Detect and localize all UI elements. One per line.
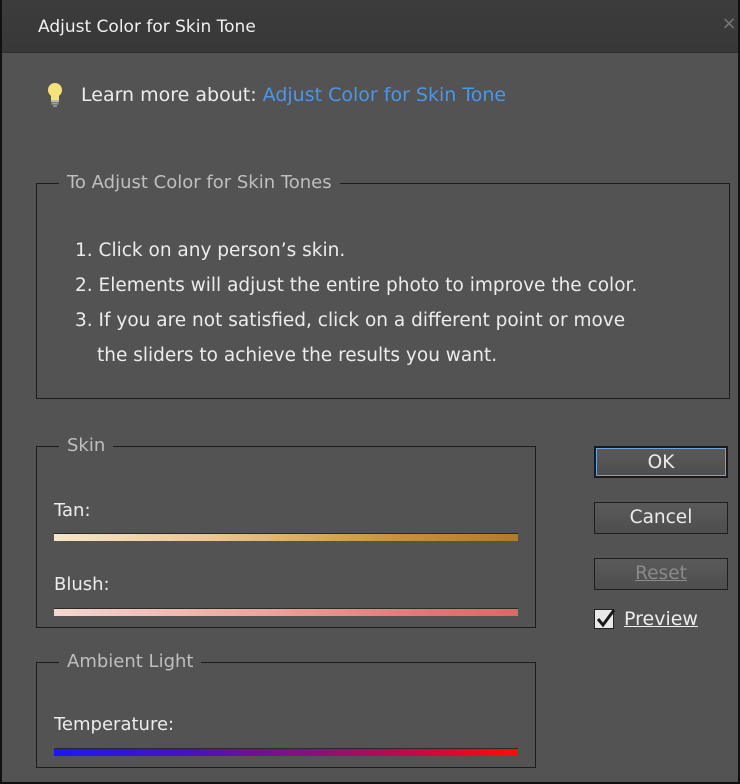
blush-label: Blush: [54, 574, 110, 595]
preview-checkbox[interactable] [594, 609, 616, 629]
learn-more-prefix: Learn more about: [81, 84, 263, 106]
temperature-slider-track [54, 748, 518, 756]
lightbulb-icon [46, 82, 64, 108]
ambient-light-group: Ambient Light Temperature: [36, 652, 536, 768]
blush-slider-track [54, 608, 518, 616]
instruction-line: the sliders to achieve the results you w… [97, 345, 498, 366]
instruction-line: 1. Click on any person’s skin. [75, 240, 346, 261]
checkmark-icon [596, 609, 616, 628]
instructions-legend: To Adjust Color for Skin Tones [67, 172, 332, 193]
adjust-skin-tone-dialog: Adjust Color for Skin Tone × Learn more … [0, 0, 740, 784]
title-bar[interactable]: Adjust Color for Skin Tone × [2, 0, 738, 53]
blush-slider[interactable] [54, 608, 518, 616]
temperature-slider[interactable] [54, 748, 518, 756]
ambient-light-legend: Ambient Light [67, 651, 194, 672]
window-title: Adjust Color for Skin Tone [38, 17, 256, 37]
instructions-list: 1. Click on any person’s skin. 2. Elemen… [75, 233, 725, 373]
instructions-group: To Adjust Color for Skin Tones 1. Click … [36, 173, 730, 399]
learn-more-link[interactable]: Adjust Color for Skin Tone [263, 84, 506, 106]
learn-more-label: Learn more about: Adjust Color for Skin … [81, 84, 506, 106]
tan-label: Tan: [54, 500, 91, 521]
ok-button[interactable]: OK [594, 446, 728, 478]
cancel-button[interactable]: Cancel [594, 502, 728, 534]
skin-legend: Skin [67, 435, 106, 456]
preview-label: Preview [624, 608, 698, 630]
skin-group: Skin Tan: Blush: [36, 436, 536, 628]
instruction-line: 2. Elements will adjust the entire photo… [75, 275, 638, 296]
close-icon[interactable]: × [720, 14, 738, 34]
tan-slider[interactable] [54, 533, 518, 541]
reset-button[interactable]: Reset [594, 558, 728, 590]
tan-slider-track [54, 533, 518, 541]
instruction-line: 3. If you are not satisfied, click on a … [75, 310, 626, 331]
temperature-label: Temperature: [54, 714, 175, 735]
